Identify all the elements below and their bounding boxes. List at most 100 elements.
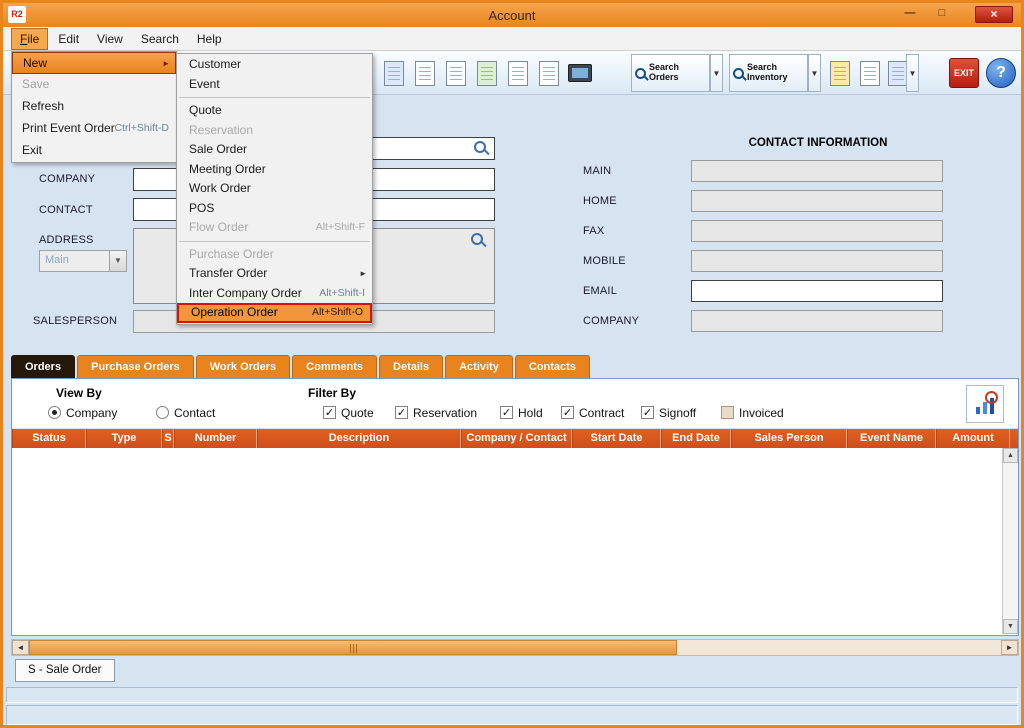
submenu-item-purchase-order[interactable]: Purchase Order	[177, 245, 372, 265]
submenu-item-event[interactable]: Event	[177, 75, 372, 95]
menu-item-refresh[interactable]: Refresh	[12, 96, 176, 118]
toolbar-button[interactable]	[472, 55, 501, 91]
view-results-button[interactable]	[966, 385, 1004, 423]
file-menu-dropdown: New ► Save Refresh Print Event Order Ctr…	[11, 51, 177, 163]
checkbox-quote[interactable]	[323, 406, 336, 419]
search-orders-button[interactable]: Search Orders	[631, 54, 710, 92]
checkbox-invoiced[interactable]	[721, 406, 734, 419]
chevron-down-icon[interactable]: ▼	[109, 251, 126, 271]
column-header-sales-person[interactable]: Sales Person	[731, 429, 847, 448]
tab-purchase-orders[interactable]: Purchase Orders	[77, 355, 194, 378]
column-header-description[interactable]: Description	[257, 429, 461, 448]
email-label: EMAIL	[583, 285, 617, 297]
radio-company-label[interactable]: Company	[66, 406, 117, 420]
submenu-item-reservation[interactable]: Reservation	[177, 121, 372, 141]
search-inventory-dropdown[interactable]: ▼	[808, 54, 821, 92]
submenu-item-customer[interactable]: Customer	[177, 55, 372, 75]
menu-edit[interactable]: Edit	[50, 29, 87, 49]
menu-item-new[interactable]: New ►	[12, 52, 176, 74]
scrollbar-grip	[353, 644, 354, 653]
address-search-icon[interactable]	[471, 233, 483, 245]
checkbox-invoiced-label[interactable]: Invoiced	[739, 406, 784, 420]
checkbox-reservation[interactable]	[395, 406, 408, 419]
toolbar-more-dropdown[interactable]: ▼	[906, 54, 919, 92]
maximize-button[interactable]: □	[929, 6, 955, 23]
tab-details[interactable]: Details	[379, 355, 443, 378]
toolbar-button[interactable]	[565, 55, 594, 91]
edit-grid-icon	[830, 61, 850, 86]
submenu-item-pos[interactable]: POS	[177, 199, 372, 219]
submenu-arrow-icon: ►	[359, 264, 367, 283]
tab-activity[interactable]: Activity	[445, 355, 513, 378]
menu-help[interactable]: Help	[189, 29, 230, 49]
minimize-button[interactable]: —	[897, 6, 923, 23]
menu-view[interactable]: View	[89, 29, 131, 49]
help-button[interactable]: ?	[986, 58, 1016, 88]
scroll-up-icon[interactable]: ▲	[1003, 448, 1018, 463]
close-button[interactable]: ×	[975, 6, 1013, 23]
search-icon	[733, 68, 744, 79]
submenu-item-inter-company-order[interactable]: Inter Company Order Alt+Shift-I	[177, 284, 372, 304]
column-header-number[interactable]: Number	[174, 429, 257, 448]
menu-item-exit[interactable]: Exit	[12, 140, 176, 162]
address-type-select[interactable]: Main ▼	[39, 250, 127, 272]
submenu-item-quote[interactable]: Quote	[177, 101, 372, 121]
menu-item-print-label: Print Event Order	[22, 121, 115, 135]
column-header-end-date[interactable]: End Date	[661, 429, 731, 448]
toolbar-button[interactable]	[503, 55, 532, 91]
scroll-down-icon[interactable]: ▼	[1003, 619, 1018, 634]
scrollbar-thumb[interactable]	[29, 640, 677, 655]
scroll-right-icon[interactable]: ►	[1001, 640, 1018, 655]
radio-contact-label[interactable]: Contact	[174, 406, 215, 420]
toolbar-button[interactable]	[441, 55, 470, 91]
menu-file[interactable]: File	[11, 28, 48, 50]
approve-icon	[888, 61, 908, 86]
submenu-item-work-order[interactable]: Work Order	[177, 179, 372, 199]
toolbar-button[interactable]	[410, 55, 439, 91]
menu-item-print-event-order[interactable]: Print Event Order Ctrl+Shift-D	[12, 118, 176, 140]
scroll-left-icon[interactable]: ◄	[12, 640, 29, 655]
checkbox-reservation-label[interactable]: Reservation	[413, 406, 477, 420]
checkbox-signoff[interactable]	[641, 406, 654, 419]
checkbox-contract-label[interactable]: Contract	[579, 406, 624, 420]
tab-comments[interactable]: Comments	[292, 355, 377, 378]
tab-orders[interactable]: Orders	[11, 355, 75, 378]
horizontal-scrollbar[interactable]: ◄ ►	[11, 639, 1019, 656]
toolbar-button[interactable]	[825, 55, 854, 91]
search-inventory-button[interactable]: Search Inventory	[729, 54, 808, 92]
shortcut-label: Ctrl+Shift-D	[114, 118, 169, 139]
email-field[interactable]	[691, 280, 943, 302]
company-phone-field	[691, 310, 943, 332]
column-header-company-contact[interactable]: Company / Contact	[461, 429, 572, 448]
tab-contacts[interactable]: Contacts	[515, 355, 590, 378]
toolbar-button[interactable]	[855, 55, 884, 91]
submenu-item-flow-order[interactable]: Flow Order Alt+Shift-F	[177, 218, 372, 238]
submenu-item-sale-order[interactable]: Sale Order	[177, 140, 372, 160]
submenu-item-meeting-order[interactable]: Meeting Order	[177, 160, 372, 180]
toolbar-button[interactable]	[379, 55, 408, 91]
checkbox-hold-label[interactable]: Hold	[518, 406, 543, 420]
contact-label: CONTACT	[39, 204, 93, 216]
menu-search[interactable]: Search	[133, 29, 187, 49]
tab-work-orders[interactable]: Work Orders	[196, 355, 290, 378]
toolbar-button[interactable]	[534, 55, 563, 91]
checkbox-signoff-label[interactable]: Signoff	[659, 406, 696, 420]
menu-item-save[interactable]: Save	[12, 74, 176, 96]
radio-company[interactable]	[48, 406, 61, 419]
search-orders-dropdown[interactable]: ▼	[710, 54, 723, 92]
column-header-event-name[interactable]: Event Name	[847, 429, 936, 448]
submenu-item-transfer-order[interactable]: Transfer Order ►	[177, 264, 372, 284]
checkbox-contract[interactable]	[561, 406, 574, 419]
column-header-s[interactable]: S	[162, 429, 174, 448]
radio-contact[interactable]	[156, 406, 169, 419]
column-header-status[interactable]: Status	[12, 429, 86, 448]
column-header-amount[interactable]: Amount	[936, 429, 1010, 448]
column-header-start-date[interactable]: Start Date	[572, 429, 661, 448]
vertical-scrollbar[interactable]: ▲ ▼	[1002, 448, 1018, 634]
company-search-icon[interactable]	[474, 141, 486, 153]
exit-button[interactable]: EXIT	[949, 58, 979, 88]
checkbox-quote-label[interactable]: Quote	[341, 406, 374, 420]
column-header-type[interactable]: Type	[86, 429, 162, 448]
submenu-item-operation-order[interactable]: Operation Order Alt+Shift-O	[177, 303, 372, 323]
checkbox-hold[interactable]	[500, 406, 513, 419]
